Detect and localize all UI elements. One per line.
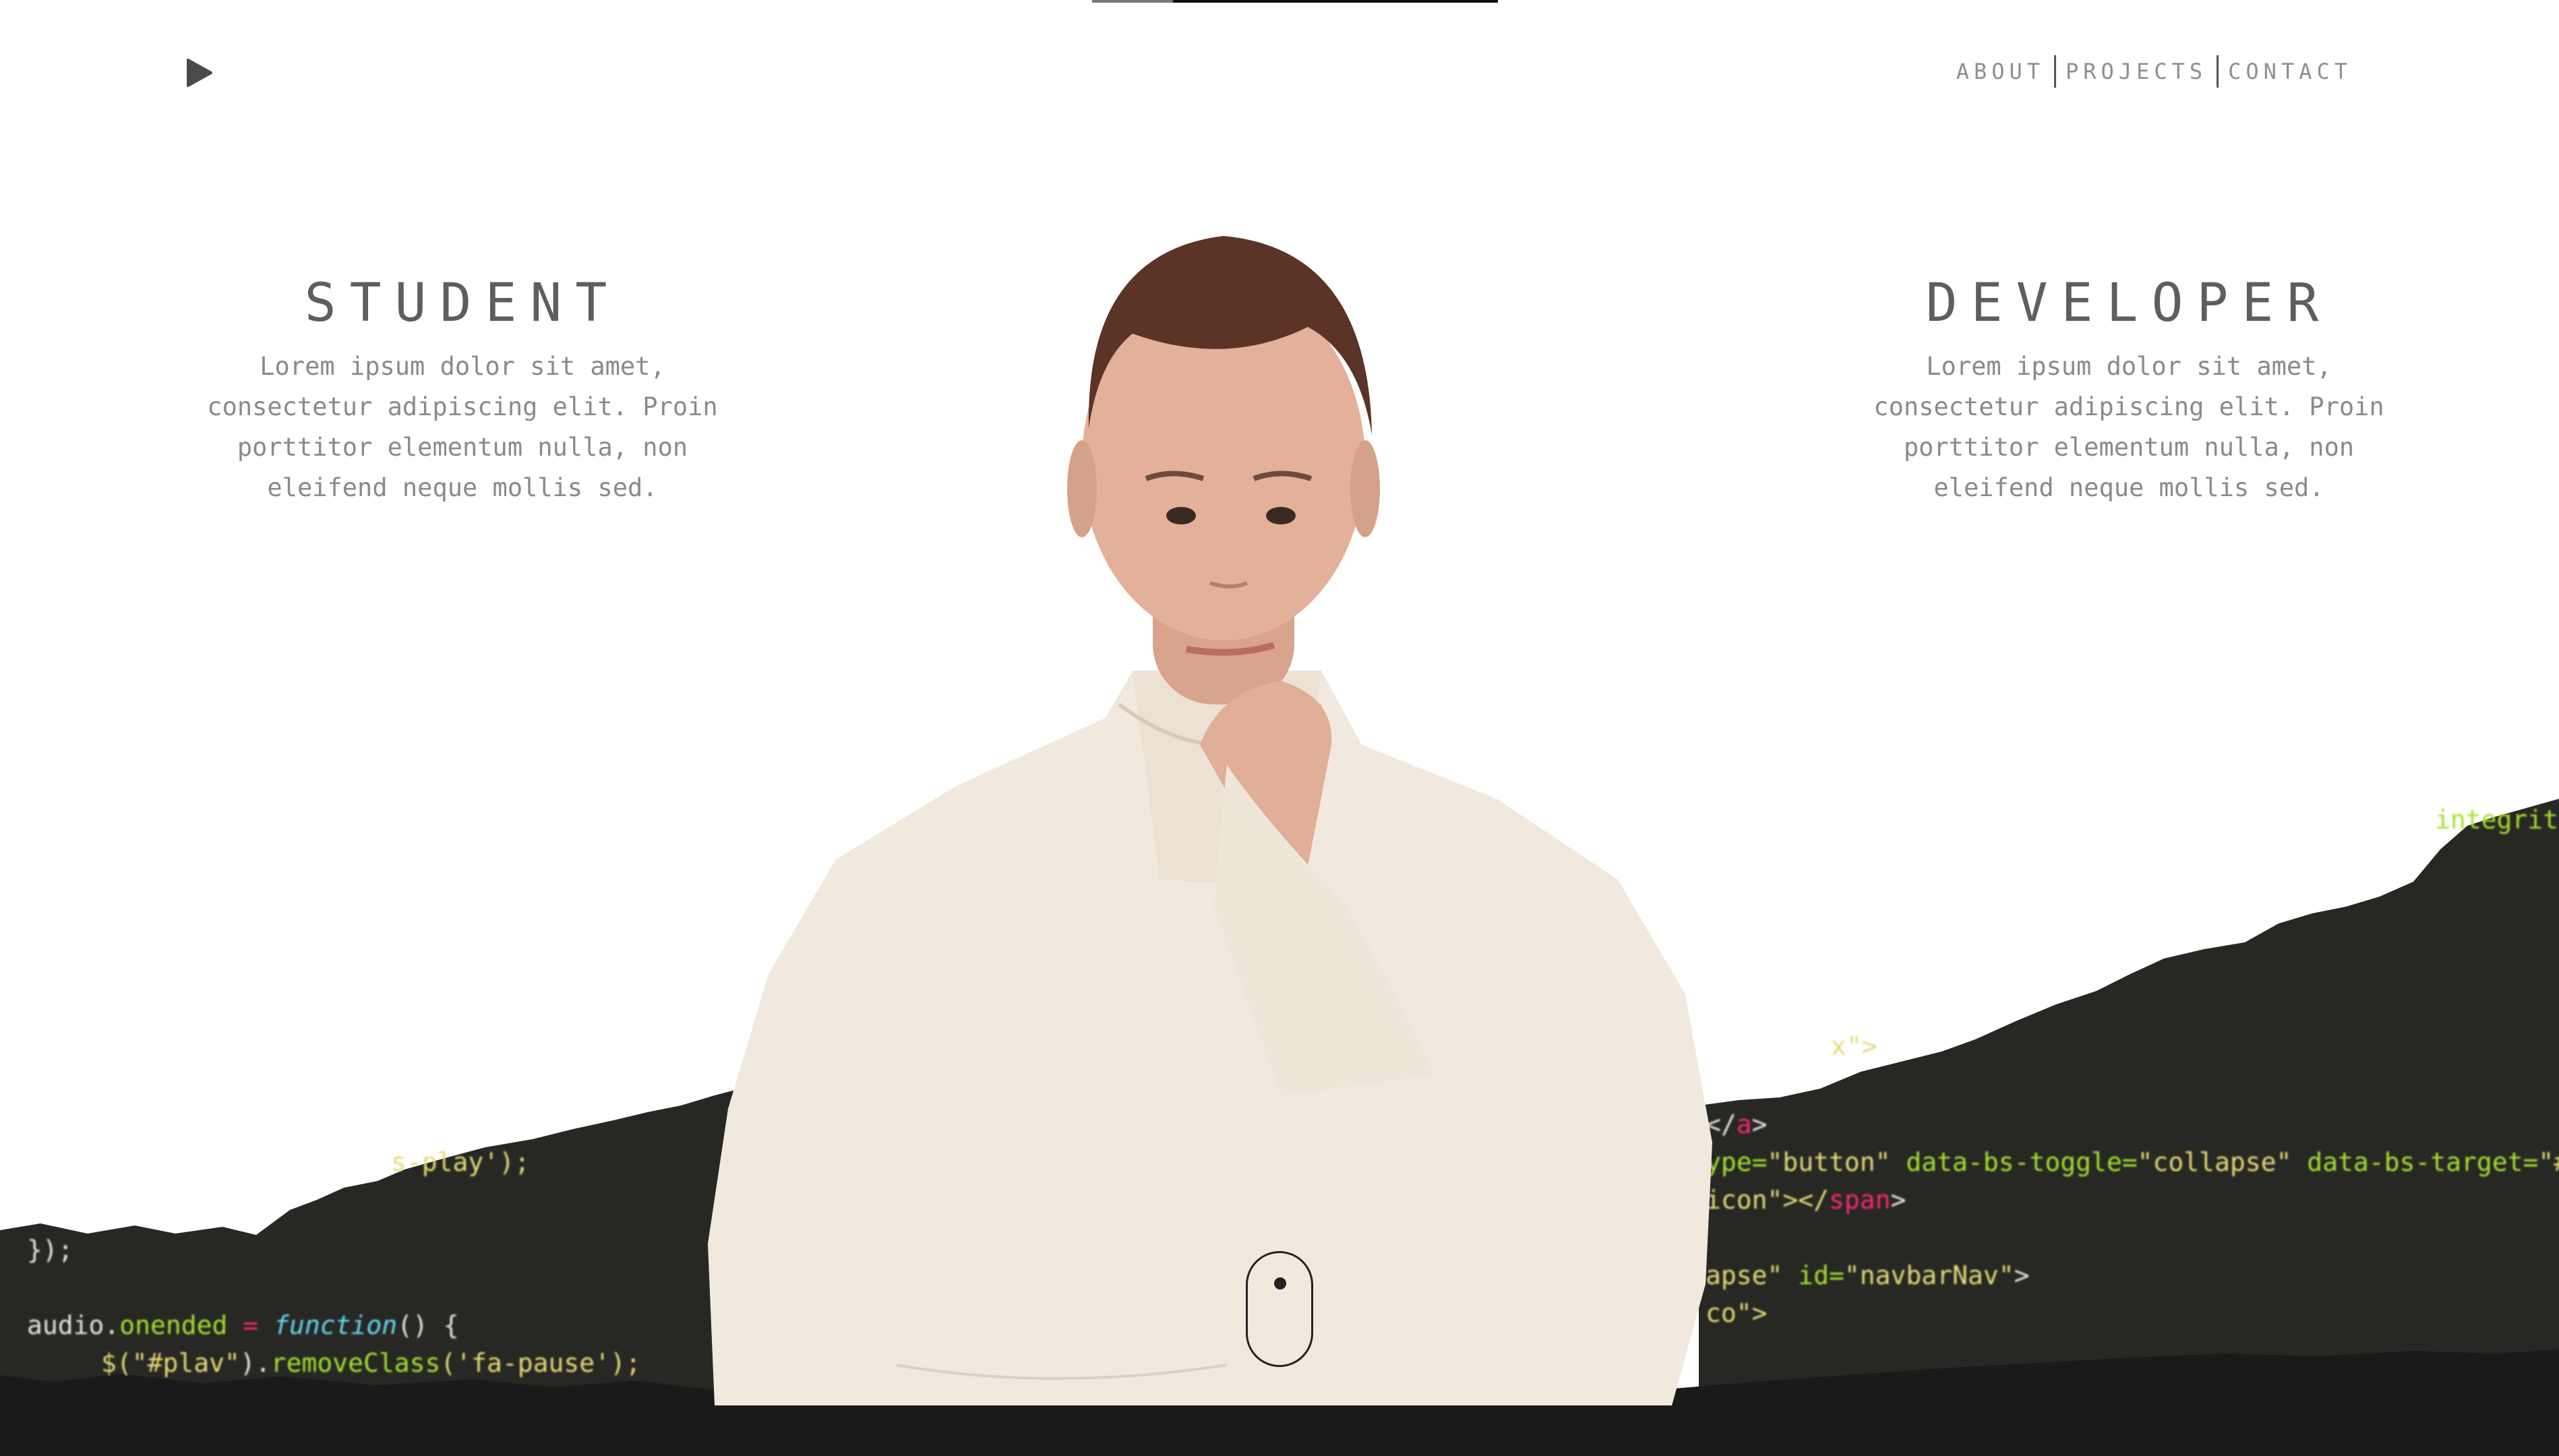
code-line: ype="button" data-bs-toggle="collapse" d… <box>1706 1147 2559 1177</box>
code-snippet-left: s-play'); <box>391 1147 530 1177</box>
code-line: audio.onended = function() { <box>27 1310 459 1340</box>
code-line: $("#plav").removeClass('fa-pause'); <box>101 1348 641 1378</box>
portrait-photo <box>708 236 1712 1405</box>
code-line: icon"></span> <box>1706 1185 1906 1215</box>
code-line: apse" id="navbarNav"> <box>1706 1261 2030 1290</box>
scroll-down-indicator[interactable] <box>1246 1251 1313 1367</box>
code-line: x"> <box>1831 1031 1877 1061</box>
code-line: integrity <box>2435 805 2559 835</box>
code-line: }); <box>27 1235 73 1265</box>
mouse-scroll-icon <box>1274 1277 1286 1290</box>
